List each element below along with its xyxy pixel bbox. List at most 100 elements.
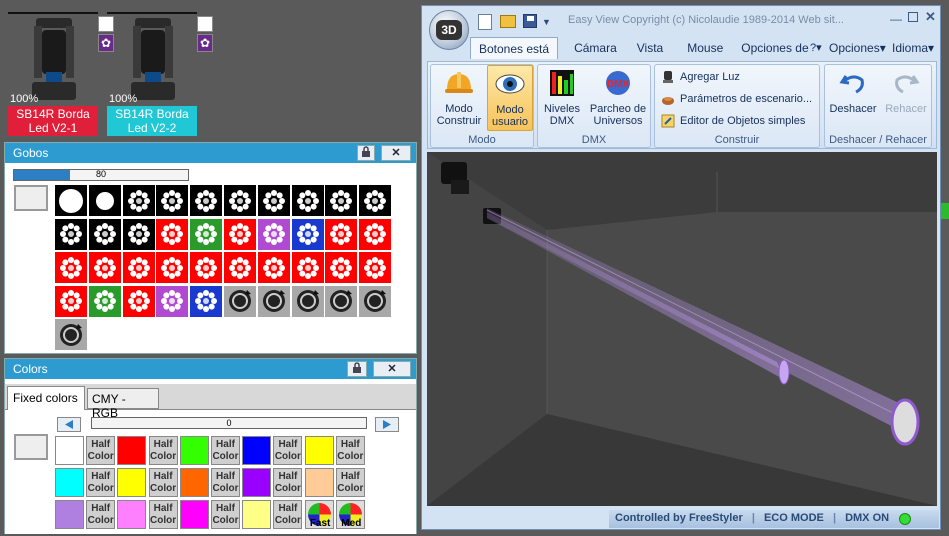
editor-objetos-item[interactable]: Editor de Objetos simples	[661, 114, 805, 128]
color-swatch[interactable]	[117, 468, 147, 497]
gobo-swatch[interactable]	[55, 185, 87, 216]
gobo-swatch[interactable]	[325, 185, 358, 216]
half-color-button[interactable]: Half Color	[273, 436, 303, 465]
gobo-swatch[interactable]	[55, 285, 87, 317]
color-wheel-fast-button[interactable]: Fast	[304, 500, 334, 529]
gobo-swatch[interactable]	[156, 285, 189, 317]
gobo-swatch[interactable]	[156, 252, 189, 283]
minimize-button[interactable]: —	[890, 12, 902, 26]
gobo-swatch[interactable]	[359, 185, 392, 216]
color-swatch[interactable]	[117, 436, 147, 465]
gobo-swatch[interactable]	[359, 218, 392, 250]
agregar-luz-item[interactable]: Agregar Luz	[661, 70, 740, 84]
gobo-swatch[interactable]	[291, 252, 324, 283]
gobo-swatch[interactable]	[291, 218, 324, 250]
gobo-swatch[interactable]	[190, 185, 223, 216]
color-swatch[interactable]	[242, 468, 272, 497]
color-swatch[interactable]	[242, 436, 272, 465]
gobo-swatch[interactable]	[156, 185, 189, 216]
gobo-swatch[interactable]	[224, 218, 256, 250]
half-color-button[interactable]: Half Color	[273, 468, 303, 497]
color-swatch[interactable]	[304, 436, 334, 465]
gobo-swatch[interactable]	[325, 285, 358, 317]
parcheo-universos-button[interactable]: DMX Parcheo de Universos	[586, 68, 650, 127]
gobo-swatch[interactable]	[55, 319, 87, 350]
idioma-menu[interactable]: Idioma▾	[892, 41, 934, 55]
rehacer-button[interactable]: Rehacer	[881, 68, 931, 115]
gobo-swatch[interactable]	[190, 252, 223, 283]
gobo-swatch[interactable]	[122, 185, 155, 216]
app-logo-button[interactable]: 3D	[429, 10, 469, 50]
maximize-button[interactable]	[908, 12, 918, 22]
gobo-slider[interactable]: 80	[13, 169, 189, 181]
tab-opciones-de[interactable]: Opciones de	[731, 37, 816, 59]
color-swatch[interactable]	[55, 468, 84, 497]
color-swatch[interactable]	[242, 500, 272, 529]
fixture-1[interactable]: ✿ 100% SB14R Borda Led V2-1	[8, 10, 114, 136]
deshacer-button[interactable]: Deshacer	[827, 68, 879, 115]
opciones-menu[interactable]: Opciones▾	[829, 41, 886, 55]
gobo-swatch[interactable]	[359, 285, 392, 317]
lock-icon[interactable]	[347, 361, 367, 377]
gobo-swatch[interactable]	[224, 252, 256, 283]
half-color-button[interactable]: Half Color	[86, 436, 116, 465]
half-color-button[interactable]: Half Color	[211, 436, 240, 465]
gobo-open-button[interactable]	[14, 185, 48, 211]
color-swatch[interactable]	[179, 500, 209, 529]
gobo-swatch[interactable]	[88, 185, 121, 216]
tab-vista[interactable]: Vista	[625, 37, 671, 59]
gobo-swatch[interactable]	[291, 185, 324, 216]
quick-access-dropdown-icon[interactable]: ▼	[542, 17, 551, 27]
gobo-swatch[interactable]	[88, 285, 121, 317]
gobo-swatch[interactable]	[190, 285, 223, 317]
gobo-swatch[interactable]	[88, 252, 121, 283]
gobo-swatch[interactable]	[122, 218, 155, 250]
half-color-button[interactable]: Half Color	[273, 500, 303, 529]
color-swatch[interactable]	[179, 468, 209, 497]
color-slider-right-button[interactable]	[375, 417, 399, 432]
color-slider-left-button[interactable]	[57, 417, 81, 432]
save-icon[interactable]	[523, 14, 537, 28]
gobo-swatch[interactable]	[257, 218, 290, 250]
gobo-swatch[interactable]	[156, 218, 189, 250]
color-open-button[interactable]	[14, 434, 48, 460]
close-icon[interactable]: ✕	[373, 361, 411, 377]
color-swatch[interactable]	[304, 468, 334, 497]
gobo-swatch[interactable]	[122, 285, 155, 317]
tab-mouse[interactable]: Mouse	[671, 37, 731, 59]
tab-cmy-rgb[interactable]: CMY - RGB	[87, 388, 159, 420]
half-color-button[interactable]: Half Color	[335, 468, 365, 497]
close-window-button[interactable]: ✕	[925, 9, 936, 25]
half-color-button[interactable]: Half Color	[148, 500, 178, 529]
half-color-button[interactable]: Half Color	[86, 468, 116, 497]
gobo-swatch[interactable]	[88, 218, 121, 250]
gobo-swatch[interactable]	[359, 252, 392, 283]
tab-camara[interactable]: Cámara	[558, 37, 625, 59]
fixture-2[interactable]: ✿ 100% SB14R Borda Led V2-2	[107, 10, 213, 136]
color-slider[interactable]: 0	[91, 417, 367, 429]
3d-viewport[interactable]	[427, 152, 937, 506]
gobo-swatch[interactable]	[190, 218, 223, 250]
modo-construir-button[interactable]: Modo Construir	[434, 68, 484, 127]
half-color-button[interactable]: Half Color	[211, 500, 240, 529]
gobo-swatch[interactable]	[224, 185, 256, 216]
half-color-button[interactable]: Half Color	[86, 500, 116, 529]
half-color-button[interactable]: Half Color	[148, 436, 178, 465]
help-menu[interactable]: ?▾	[810, 41, 822, 54]
half-color-button[interactable]: Half Color	[148, 468, 178, 497]
open-folder-icon[interactable]	[500, 15, 516, 28]
tab-fixed-colors[interactable]: Fixed colors	[7, 386, 85, 410]
gobo-swatch[interactable]	[224, 285, 256, 317]
gobo-swatch[interactable]	[291, 285, 324, 317]
gobo-swatch[interactable]	[325, 218, 358, 250]
gobo-swatch[interactable]	[257, 185, 290, 216]
close-icon[interactable]: ✕	[381, 145, 411, 161]
color-wheel-med-button[interactable]: Med	[335, 500, 365, 529]
parametros-escenario-item[interactable]: Parámetros de escenario...	[661, 92, 812, 106]
lock-icon[interactable]	[357, 145, 375, 161]
gobo-swatch[interactable]	[257, 252, 290, 283]
color-swatch[interactable]	[55, 436, 84, 465]
half-color-button[interactable]: Half Color	[211, 468, 240, 497]
color-swatch[interactable]	[179, 436, 209, 465]
new-file-icon[interactable]	[478, 14, 492, 30]
